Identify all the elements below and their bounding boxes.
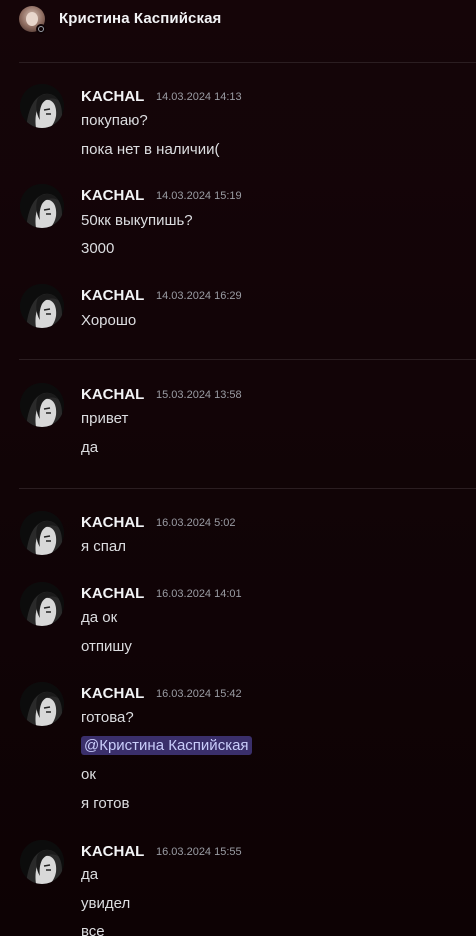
message-text: я спал — [81, 538, 127, 555]
message-timestamp: 16.03.2024 15:55 — [156, 846, 242, 858]
message-timestamp: 16.03.2024 15:42 — [156, 688, 242, 700]
message-text: я готов — [81, 795, 130, 812]
message-text: отпишу — [81, 638, 132, 655]
message-text: да — [81, 439, 99, 456]
author-name[interactable]: KACHAL — [81, 685, 144, 702]
message-text: ок — [81, 766, 96, 783]
message-timestamp: 16.03.2024 5:02 — [156, 517, 236, 529]
message-text: 3000 — [81, 240, 115, 257]
user-avatar[interactable] — [20, 383, 64, 427]
divider — [19, 62, 476, 63]
divider — [19, 359, 476, 360]
message-text: покупаю? — [81, 112, 148, 129]
message-text: привет — [81, 410, 129, 427]
user-avatar[interactable] — [20, 84, 64, 128]
author-name[interactable]: KACHAL — [81, 88, 144, 105]
message-text: пока нет в наличии( — [81, 141, 220, 158]
user-mention[interactable]: @Кристина Каспийская — [81, 736, 252, 755]
message-text: все — [81, 923, 105, 936]
chat-header: Кристина Каспийская — [0, 0, 476, 40]
divider — [19, 488, 476, 489]
message-timestamp: 14.03.2024 16:29 — [156, 290, 242, 302]
author-name[interactable]: KACHAL — [81, 187, 144, 204]
author-name[interactable]: KACHAL — [81, 386, 144, 403]
message-text: Хорошо — [81, 312, 137, 329]
message-text: да ок — [81, 609, 118, 626]
message-text: увидел — [81, 895, 131, 912]
user-avatar[interactable] — [20, 582, 64, 626]
message-line: @Кристина Каспийская — [81, 736, 252, 755]
message-text: 50кк выкупишь? — [81, 212, 193, 229]
message-timestamp: 14.03.2024 14:13 — [156, 91, 242, 103]
author-name[interactable]: KACHAL — [81, 585, 144, 602]
message-timestamp: 14.03.2024 15:19 — [156, 190, 242, 202]
author-name[interactable]: KACHAL — [81, 514, 144, 531]
author-name[interactable]: KACHAL — [81, 287, 144, 304]
contact-name[interactable]: Кристина Каспийская — [59, 10, 221, 27]
message-timestamp: 15.03.2024 13:58 — [156, 389, 242, 401]
user-avatar[interactable] — [20, 184, 64, 228]
user-avatar[interactable] — [20, 840, 64, 884]
message-text: да — [81, 866, 99, 883]
user-avatar[interactable] — [20, 682, 64, 726]
user-avatar[interactable] — [20, 511, 64, 555]
message-text: готова? — [81, 709, 134, 726]
user-avatar[interactable] — [20, 284, 64, 328]
author-name[interactable]: KACHAL — [81, 843, 144, 860]
message-timestamp: 16.03.2024 14:01 — [156, 588, 242, 600]
offline-status-icon — [36, 24, 46, 34]
